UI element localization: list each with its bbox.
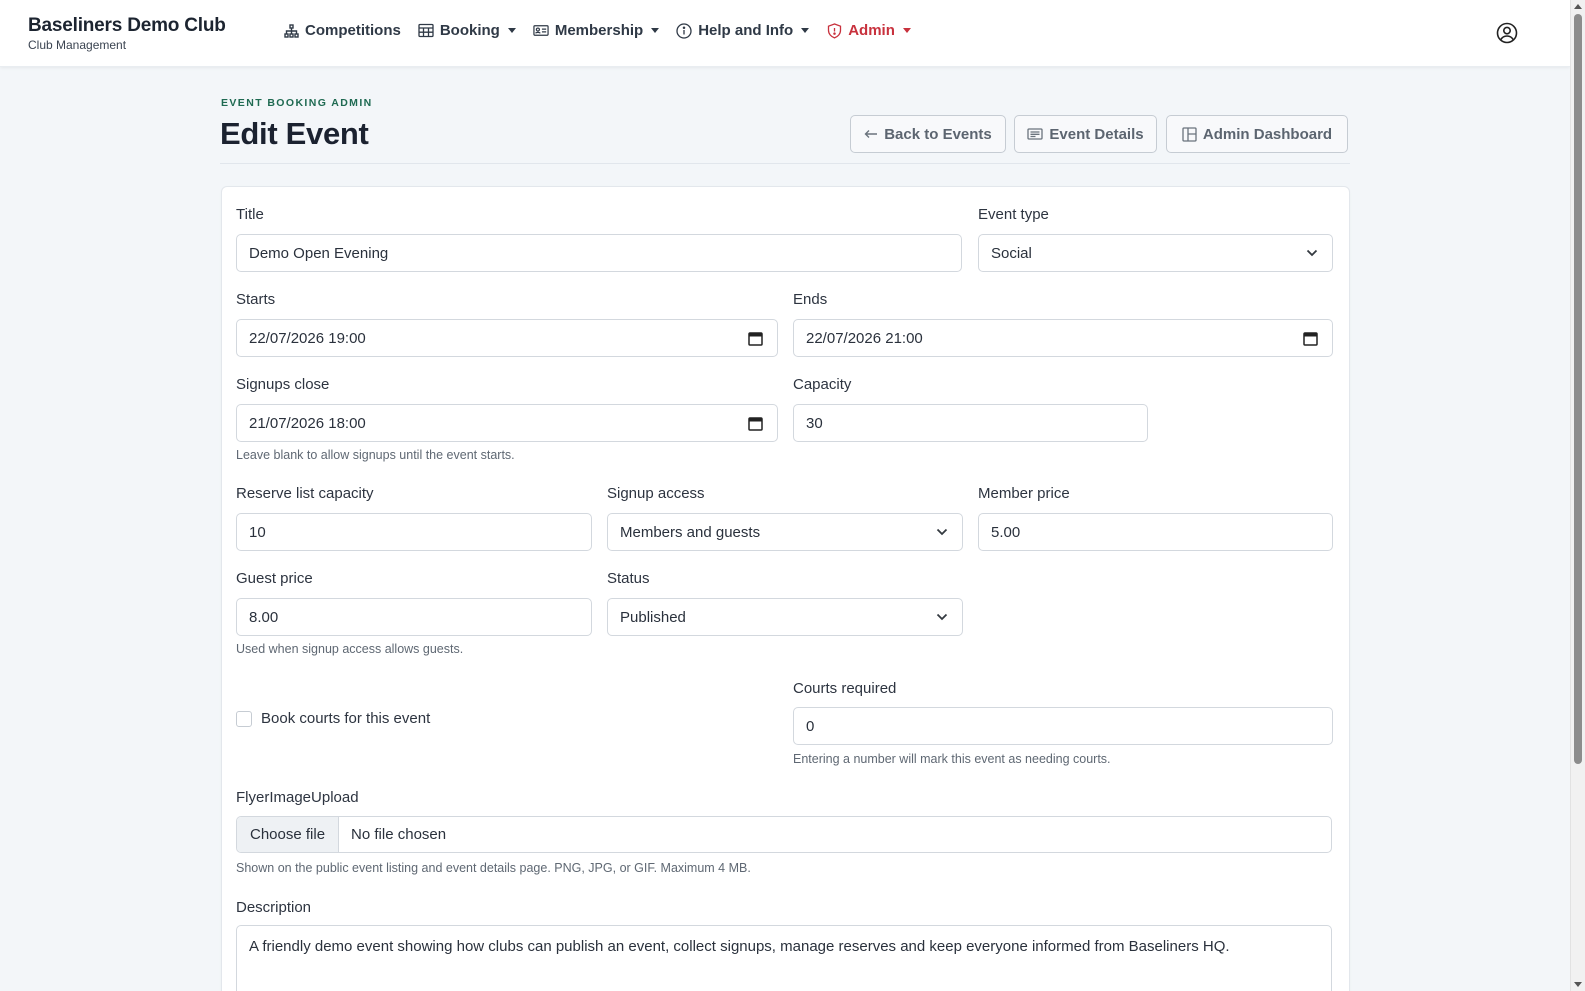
status-select[interactable]: Published <box>607 598 963 636</box>
user-circle-icon <box>1496 22 1518 44</box>
capacity-label: Capacity <box>793 376 852 393</box>
ends-value: 22/07/2026 21:00 <box>806 329 923 347</box>
flyer-file-input[interactable]: Choose file No file chosen <box>236 816 1332 853</box>
description-textarea[interactable]: A friendly demo event showing how clubs … <box>236 925 1332 991</box>
guest-price-label: Guest price <box>236 570 313 587</box>
event-type-select[interactable]: Social <box>978 234 1333 272</box>
nav-competitions-label: Competitions <box>305 22 401 39</box>
nav-membership[interactable]: Membership <box>533 22 660 39</box>
layout-icon <box>1182 126 1197 142</box>
file-status-text: No file chosen <box>351 826 447 843</box>
guest-price-input[interactable]: 8.00 <box>236 598 592 636</box>
description-value: A friendly demo event showing how clubs … <box>249 938 1230 955</box>
courts-required-label: Courts required <box>793 680 897 697</box>
signups-close-value: 21/07/2026 18:00 <box>249 414 366 432</box>
event-details-label: Event Details <box>1049 125 1144 143</box>
starts-datetime-input[interactable]: 22/07/2026 19:00 <box>236 319 778 357</box>
chevron-down-icon <box>507 28 516 33</box>
brand[interactable]: Baseliners Demo Club Club Management <box>28 15 226 52</box>
calendar-icon[interactable] <box>1303 331 1318 346</box>
info-circle-icon <box>676 22 692 39</box>
admin-dashboard-button[interactable]: Admin Dashboard <box>1166 115 1348 153</box>
flyer-upload-label: FlyerImageUpload <box>236 789 359 806</box>
courts-required-value: 0 <box>806 717 815 735</box>
signup-access-label: Signup access <box>607 485 705 502</box>
nav-booking[interactable]: Booking <box>418 22 516 39</box>
header-divider <box>220 163 1350 164</box>
capacity-value: 30 <box>806 414 823 432</box>
reserve-capacity-input[interactable]: 10 <box>236 513 592 551</box>
guest-price-value: 8.00 <box>249 608 279 626</box>
signups-close-datetime-input[interactable]: 21/07/2026 18:00 <box>236 404 778 442</box>
calendar-icon[interactable] <box>748 416 763 431</box>
signup-access-select[interactable]: Members and guests <box>607 513 963 551</box>
brand-subtitle: Club Management <box>28 38 127 52</box>
page-eyebrow: EVENT BOOKING ADMIN <box>221 97 373 109</box>
nav-help[interactable]: Help and Info <box>676 22 810 39</box>
id-card-icon <box>533 23 549 39</box>
back-to-events-label: Back to Events <box>884 125 992 143</box>
nav-competitions[interactable]: Competitions <box>283 22 401 39</box>
title-label: Title <box>236 206 264 223</box>
courts-required-input[interactable]: 0 <box>793 707 1333 745</box>
chevron-down-icon <box>651 28 660 33</box>
page-scrollbar[interactable] <box>1570 0 1585 991</box>
chevron-down-icon <box>936 528 948 536</box>
scrollbar-thumb[interactable] <box>1574 14 1582 764</box>
brand-title[interactable]: Baseliners Demo Club <box>28 15 226 37</box>
starts-value: 22/07/2026 19:00 <box>249 329 366 347</box>
nav-admin[interactable]: Admin <box>826 22 911 39</box>
choose-file-button[interactable]: Choose file <box>237 817 340 852</box>
guest-price-help: Used when signup access allows guests. <box>236 642 464 656</box>
member-price-label: Member price <box>978 485 1070 502</box>
nav-booking-label: Booking <box>439 22 500 39</box>
sitemap-icon <box>283 23 299 39</box>
admin-dashboard-label: Admin Dashboard <box>1202 125 1333 143</box>
book-courts-label[interactable]: Book courts for this event <box>261 710 430 727</box>
title-value: Demo Open Evening <box>249 244 389 262</box>
main-nav: Competitions Booking Membership Help and… <box>283 22 928 39</box>
nav-admin-label: Admin <box>848 22 895 39</box>
arrow-left-icon <box>864 130 878 138</box>
title-input[interactable]: Demo Open Evening <box>236 234 962 272</box>
nav-help-label: Help and Info <box>698 22 794 39</box>
chevron-down-icon <box>902 28 911 33</box>
capacity-input[interactable]: 30 <box>793 404 1148 442</box>
member-price-input[interactable]: 5.00 <box>978 513 1333 551</box>
calendar-grid-icon <box>418 23 434 39</box>
back-to-events-button[interactable]: Back to Events <box>850 115 1006 153</box>
signups-close-help: Leave blank to allow signups until the e… <box>236 448 515 462</box>
signups-close-label: Signups close <box>236 376 330 393</box>
event-details-button[interactable]: Event Details <box>1014 115 1157 153</box>
status-label: Status <box>607 570 650 587</box>
chevron-down-icon <box>936 613 948 621</box>
scroll-up-arrow-icon[interactable] <box>1574 4 1582 9</box>
event-type-value: Social <box>991 244 1032 262</box>
page-title: Edit Event <box>220 116 369 151</box>
calendar-icon[interactable] <box>748 331 763 346</box>
member-price-value: 5.00 <box>991 523 1021 541</box>
top-navbar: Baseliners Demo Club Club Management Com… <box>0 0 1570 67</box>
status-value: Published <box>620 608 686 626</box>
chevron-down-icon <box>1306 249 1318 257</box>
signup-access-value: Members and guests <box>620 523 761 541</box>
scroll-down-arrow-icon[interactable] <box>1574 982 1582 987</box>
nav-membership-label: Membership <box>554 22 644 39</box>
reserve-capacity-label: Reserve list capacity <box>236 485 374 502</box>
book-courts-checkbox[interactable] <box>236 710 252 727</box>
shield-icon <box>826 22 842 39</box>
starts-label: Starts <box>236 291 276 308</box>
card-text-icon <box>1027 128 1044 140</box>
ends-label: Ends <box>793 291 828 308</box>
book-courts-row: Book courts for this event <box>236 710 430 727</box>
description-label: Description <box>236 899 312 916</box>
chevron-down-icon <box>801 28 810 33</box>
flyer-upload-help: Shown on the public event listing and ev… <box>236 861 751 875</box>
reserve-capacity-value: 10 <box>249 523 266 541</box>
ends-datetime-input[interactable]: 22/07/2026 21:00 <box>793 319 1333 357</box>
courts-required-help: Entering a number will mark this event a… <box>793 752 1111 766</box>
user-account-button[interactable] <box>1496 22 1518 44</box>
event-type-label: Event type <box>978 206 1049 223</box>
